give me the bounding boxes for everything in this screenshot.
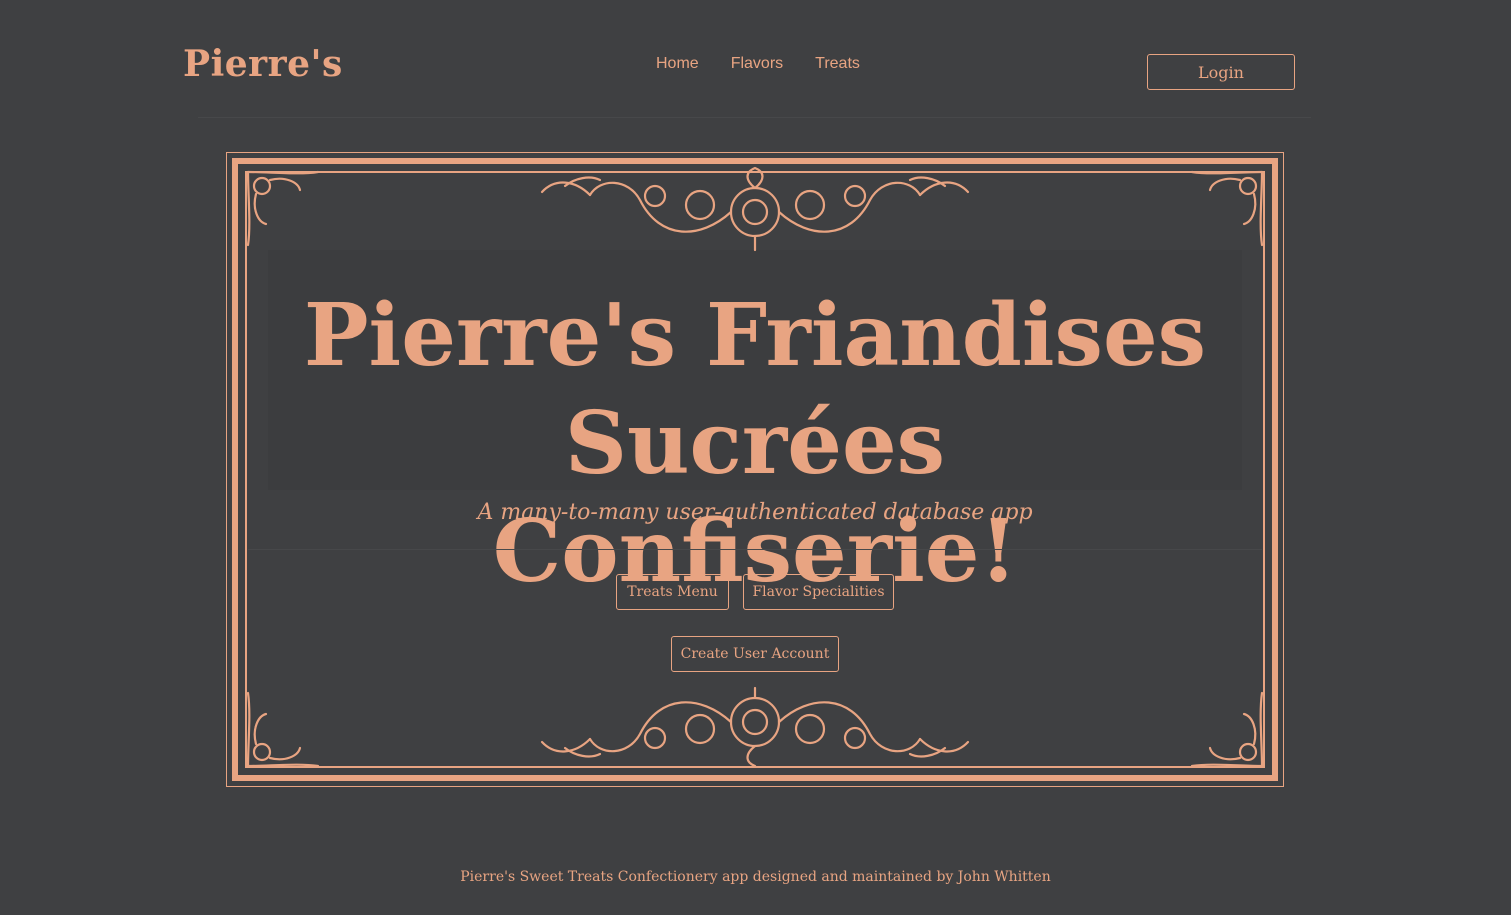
create-user-account-button[interactable]: Create User Account <box>671 636 839 672</box>
hero-title-line-1: Pierre's Friandises <box>303 285 1207 386</box>
corner-bottom-right-icon <box>1190 691 1264 768</box>
bottom-flourish-icon <box>540 686 970 768</box>
top-flourish-icon <box>540 166 970 252</box>
hero-title: Pierre's Friandises Sucrées Confiserie! <box>300 282 1210 606</box>
corner-top-left-icon <box>246 170 320 247</box>
flavor-specialities-button[interactable]: Flavor Specialities <box>743 574 894 610</box>
hero-subtitle: A many-to-many user-authenticated databa… <box>477 500 1033 525</box>
corner-top-right-icon <box>1190 170 1264 247</box>
corner-bottom-left-icon <box>246 691 320 768</box>
footer-text: Pierre's Sweet Treats Confectionery app … <box>460 869 1051 885</box>
hero-divider <box>248 549 1262 550</box>
treats-menu-button[interactable]: Treats Menu <box>616 574 729 610</box>
